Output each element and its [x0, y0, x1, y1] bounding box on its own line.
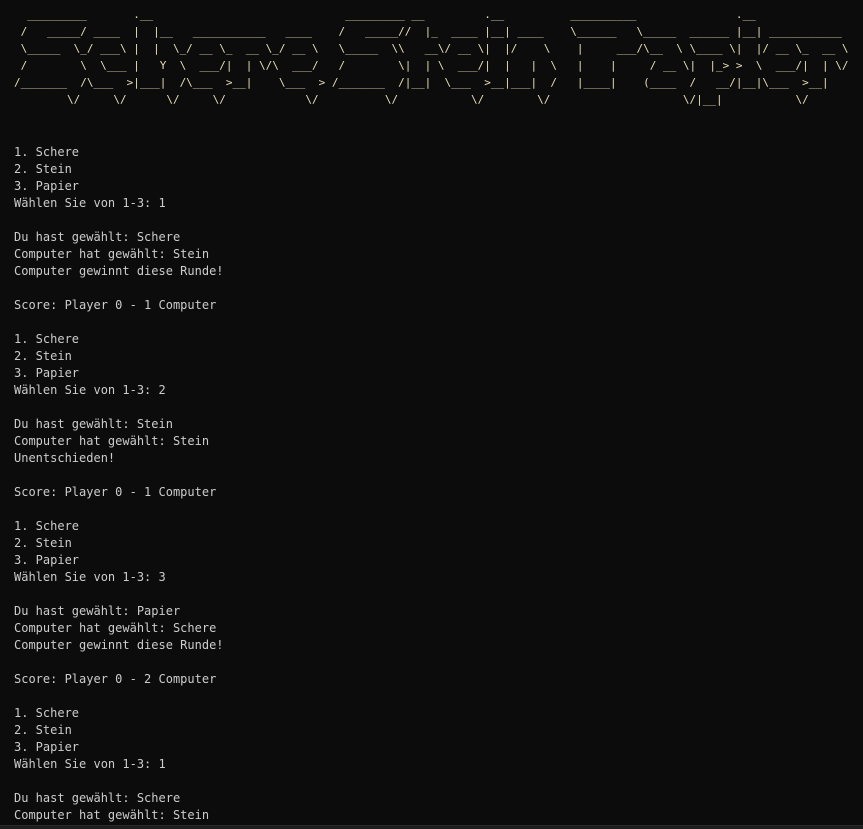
output-line: 1. Schere: [14, 706, 80, 720]
output-line: Wählen Sie von 1-3: 3: [14, 570, 166, 584]
output-line: Unentschieden!: [14, 451, 116, 465]
output-line: Computer hat gewählt: Schere: [14, 621, 217, 635]
ascii-banner-line: / \ \___ | Y \ ___/| | \/\ ___/ / \| | \…: [14, 59, 849, 72]
output-line: 2. Stein: [14, 162, 72, 176]
output-line: Computer hat gewählt: Stein: [14, 434, 210, 448]
output-line: 3. Papier: [14, 179, 80, 193]
ascii-banner-line: /_______ /\___ >|___| /\___ >__| \___ > …: [14, 76, 849, 89]
terminal-window[interactable]: _________ .__ _________ __ .__ _________…: [0, 0, 863, 829]
output-line: 3. Papier: [14, 366, 80, 380]
terminal-output: 1. Schere 2. Stein 3. Papier Wählen Sie von…: [14, 144, 863, 824]
ascii-banner-line: _________ .__ _________ __ .__ _________…: [14, 8, 856, 21]
output-line: Wählen Sie von 1-3: 1: [14, 196, 166, 210]
output-line: Wählen Sie von 1-3: 1: [14, 757, 166, 771]
ascii-art-banner: _________ .__ _________ __ .__ _________…: [14, 6, 855, 108]
output-line: 2. Stein: [14, 349, 72, 363]
ascii-banner-line: / _____/ ____ | |__ ___________ ____ / _…: [14, 25, 849, 38]
output-line: 1. Schere: [14, 332, 80, 346]
output-line: Wählen Sie von 1-3: 2: [14, 383, 166, 397]
output-line: Score: Player 0 - 2 Computer: [14, 672, 217, 686]
output-line: 1. Schere: [14, 145, 80, 159]
output-line: Du hast gewählt: Schere: [14, 791, 181, 805]
output-line: Computer hat gewählt: Stein: [14, 247, 210, 261]
output-line: Du hast gewählt: Papier: [14, 604, 181, 618]
output-line: Score: Player 0 - 1 Computer: [14, 485, 217, 499]
output-line: Du hast gewählt: Schere: [14, 230, 181, 244]
window-bottom-edge: [0, 825, 863, 829]
output-line: Computer gewinnt diese Runde!: [14, 638, 224, 652]
output-line: 3. Papier: [14, 740, 80, 754]
ascii-banner-line: \_____ \_/ ___\ | | \_/ __ \_ __ \_/ __ …: [14, 42, 849, 55]
output-line: 1. Schere: [14, 519, 80, 533]
output-line: Score: Player 0 - 1 Computer: [14, 298, 217, 312]
output-line: 2. Stein: [14, 723, 72, 737]
output-line: Computer gewinnt diese Runde!: [14, 264, 224, 278]
ascii-banner-line: \/ \/ \/ \/ \/ \/ \/ \/ \/|__| \/: [14, 93, 856, 106]
output-line: Computer hat gewählt: Stein: [14, 808, 210, 822]
output-line: 3. Papier: [14, 553, 80, 567]
output-line: 2. Stein: [14, 536, 72, 550]
output-line: Du hast gewählt: Stein: [14, 417, 173, 431]
